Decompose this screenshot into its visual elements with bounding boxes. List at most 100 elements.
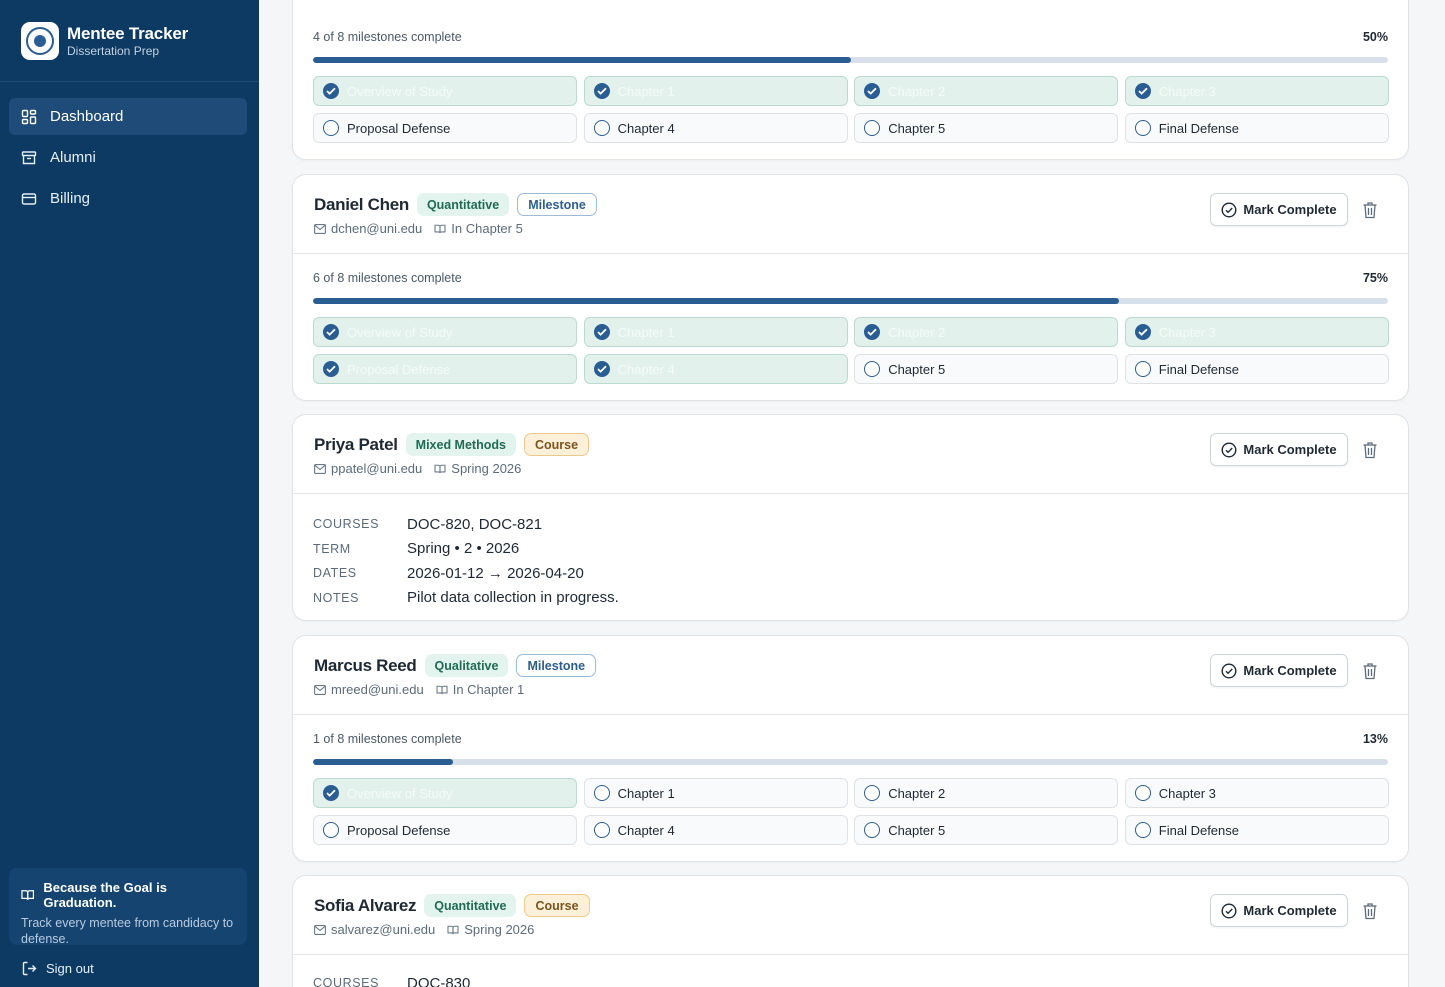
mentee-status: In Chapter 1 [452,682,525,697]
milestone-item[interactable]: Final Defense [1124,354,1389,384]
check-circle-icon [1221,201,1237,218]
milestone-item[interactable]: Chapter 3 [1124,76,1389,106]
nav-item-billing[interactable]: Billing [9,180,247,217]
mark-complete-button[interactable]: Mark Complete [1210,894,1348,927]
course-details: COURSES DOC-830 [293,955,1408,987]
type-badge: Course [524,894,590,917]
book-open-icon [21,890,35,900]
milestone-label: Overview of Study [347,83,453,99]
detail-row: NOTES Pilot data collection in progress. [313,586,1408,611]
progress-percent: 50% [1362,30,1388,44]
checkbox-icon[interactable] [864,120,881,136]
mentee-card: Marcus Reed Qualitative Milestone mreed@… [292,635,1409,862]
checkbox-icon[interactable] [864,361,881,377]
detail-value: 2026-01-12 → 2026-04-20 [407,564,584,582]
mark-complete-button[interactable]: Mark Complete [1210,193,1348,226]
checkbox-icon[interactable] [593,120,610,136]
nav-item-dashboard[interactable]: Dashboard [9,98,247,135]
checked-checkbox-icon[interactable] [323,324,339,340]
mentee-card: Sofia Alvarez Quantitative Course salvar… [292,875,1409,987]
checked-checkbox-icon[interactable] [323,361,339,377]
milestone-item[interactable]: Chapter 3 [1124,317,1389,347]
promo-title-row: Because the Goal is Graduation. [21,880,235,910]
mark-complete-label: Mark Complete [1243,202,1337,217]
course-details: COURSES DOC-820, DOC-821 TERM Spring • 2 •… [293,494,1408,610]
mail-icon [314,924,326,935]
progress-bar [313,298,1388,304]
checkbox-icon[interactable] [323,822,339,838]
mentee-name-row: Sofia Alvarez Quantitative Course [314,894,598,917]
detail-key: NOTES [313,590,360,605]
mentee-meta: mreed@uni.edu In Chapter 1 [314,682,536,697]
milestone-item[interactable]: Chapter 2 [854,778,1119,808]
archive-icon [21,150,37,164]
checked-checkbox-icon[interactable] [1134,324,1151,340]
mentee-name[interactable]: Priya Patel [314,435,398,455]
mark-complete-button[interactable]: Mark Complete [1210,654,1348,687]
detail-key: TERM [313,541,351,556]
mentee-name[interactable]: Daniel Chen [314,195,409,215]
milestone-item[interactable]: Chapter 3 [1124,778,1389,808]
checkbox-icon[interactable] [1134,785,1151,801]
milestone-label: Chapter 5 [888,120,946,136]
milestone-item[interactable]: Chapter 2 [854,76,1119,106]
promo-title: Because the Goal is Graduation. [43,880,167,910]
milestone-label: Chapter 4 [617,822,675,838]
progress-label: 4 of 8 milestones complete [313,30,462,44]
nav-item-alumni[interactable]: Alumni [9,139,247,176]
milestone-item[interactable]: Overview of Study [313,76,577,106]
mentee-name[interactable]: Sofia Alvarez [314,896,417,916]
milestone-item[interactable]: Chapter 4 [583,815,848,845]
checkbox-icon[interactable] [593,785,610,801]
checked-checkbox-icon[interactable] [864,324,881,340]
checkbox-icon[interactable] [1134,822,1151,838]
trash-icon[interactable] [1362,201,1378,219]
milestone-item[interactable]: Overview of Study [313,317,577,347]
milestone-item[interactable]: Chapter 1 [583,76,848,106]
trash-icon[interactable] [1362,902,1378,920]
checked-checkbox-icon[interactable] [1134,83,1151,99]
milestone-item[interactable]: Chapter 5 [854,113,1119,143]
mentee-name[interactable]: Marcus Reed [314,656,417,676]
checked-checkbox-icon[interactable] [593,83,610,99]
milestone-item[interactable]: Chapter 5 [854,354,1119,384]
brand[interactable]: Mentee Tracker Dissertation Prep [0,0,259,82]
milestone-item[interactable]: Chapter 4 [583,113,848,143]
trash-icon[interactable] [1362,441,1378,459]
checkbox-icon[interactable] [593,822,610,838]
milestone-item[interactable]: Chapter 4 [583,354,848,384]
milestone-item[interactable]: Chapter 2 [854,317,1119,347]
milestone-item[interactable]: Final Defense [1124,113,1389,143]
milestone-label: Chapter 5 [888,361,946,377]
checkbox-icon[interactable] [1134,361,1151,377]
milestone-item[interactable]: Final Defense [1124,815,1389,845]
mentee-name-row: Marcus Reed Qualitative Milestone [314,654,604,677]
checked-checkbox-icon[interactable] [593,361,610,377]
checkbox-icon[interactable] [1134,120,1151,136]
milestone-item[interactable]: Proposal Defense [313,815,577,845]
detail-value: Spring • 2 • 2026 [407,540,520,558]
checked-checkbox-icon[interactable] [323,785,339,801]
nav-label-billing: Billing [50,190,91,207]
detail-key: COURSES [313,976,380,987]
checked-checkbox-icon[interactable] [864,83,881,99]
checked-checkbox-icon[interactable] [323,83,339,99]
checkbox-icon[interactable] [864,785,881,801]
milestone-label: Overview of Study [347,785,453,801]
checkbox-icon[interactable] [864,822,881,838]
milestone-item[interactable]: Chapter 5 [854,815,1119,845]
checkbox-icon[interactable] [323,120,339,136]
sign-out-button[interactable]: Sign out [22,961,94,976]
checked-checkbox-icon[interactable] [593,324,610,340]
milestone-item[interactable]: Proposal Defense [313,113,577,143]
milestone-label: Chapter 3 [1158,324,1216,340]
check-circle-icon [1221,902,1237,919]
trash-icon[interactable] [1362,662,1378,680]
mark-complete-button[interactable]: Mark Complete [1210,433,1348,466]
milestone-item[interactable]: Chapter 1 [583,778,848,808]
milestone-item[interactable]: Proposal Defense [313,354,577,384]
detail-value: Pilot data collection in progress. [407,589,619,607]
milestone-item[interactable]: Chapter 1 [583,317,848,347]
milestone-item[interactable]: Overview of Study [313,778,577,808]
milestone-label: Proposal Defense [347,361,451,377]
